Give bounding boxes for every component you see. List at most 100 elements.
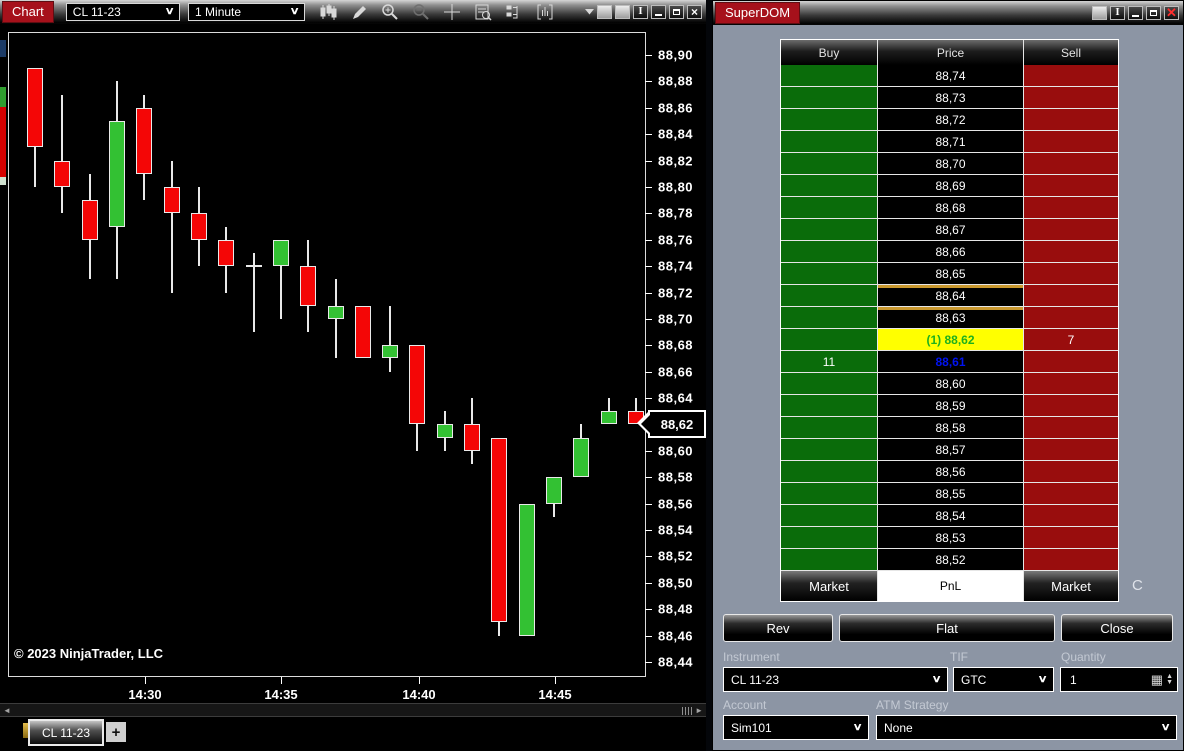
last-traded-price-cell[interactable]: (1) 88,62: [878, 329, 1023, 350]
buy-cell[interactable]: [781, 527, 877, 548]
tif-select[interactable]: GTC ∨: [953, 667, 1054, 692]
price-cell[interactable]: 88,70: [878, 153, 1023, 174]
sell-column-header[interactable]: Sell: [1024, 40, 1118, 65]
price-cell[interactable]: 88,74: [878, 65, 1023, 86]
price-cell[interactable]: 88,56: [878, 461, 1023, 482]
sell-cell[interactable]: [1024, 131, 1118, 152]
buy-cell[interactable]: [781, 461, 877, 482]
sell-cell[interactable]: [1024, 549, 1118, 570]
pin-icon[interactable]: I: [633, 4, 648, 19]
price-cell[interactable]: 88,73: [878, 87, 1023, 108]
buy-column-header[interactable]: Buy: [781, 40, 877, 65]
crosshair-icon[interactable]: [443, 3, 461, 21]
workspace-button[interactable]: [597, 4, 612, 19]
sell-cell[interactable]: [1024, 175, 1118, 196]
quantity-down-icon[interactable]: ▼: [1166, 679, 1173, 686]
sell-cell[interactable]: [1024, 197, 1118, 218]
pin-icon[interactable]: I: [1110, 5, 1125, 20]
workspace-button[interactable]: [615, 4, 630, 19]
buy-cell[interactable]: [781, 505, 877, 526]
restore-icon[interactable]: [1146, 5, 1161, 20]
buy-market-button[interactable]: Market: [781, 571, 877, 601]
scrollbar-grip[interactable]: [682, 707, 692, 715]
sell-cell[interactable]: [1024, 263, 1118, 284]
tab-cl-11-23[interactable]: CL 11-23: [28, 719, 104, 746]
price-cell[interactable]: 88,71: [878, 131, 1023, 152]
quantity-stepper[interactable]: 1 ▦ ▲ ▼: [1060, 667, 1178, 692]
flat-button[interactable]: Flat: [839, 614, 1055, 642]
minimize-icon[interactable]: [1128, 5, 1143, 20]
sell-cell[interactable]: [1024, 483, 1118, 504]
price-cell[interactable]: 88,65: [878, 263, 1023, 284]
buy-cell[interactable]: 11: [781, 351, 877, 372]
scroll-left-icon[interactable]: ◄: [3, 705, 11, 717]
price-cell[interactable]: 88,61: [878, 351, 1023, 372]
price-cell[interactable]: 88,68: [878, 197, 1023, 218]
sell-cell[interactable]: [1024, 307, 1118, 328]
drawing-tools-icon[interactable]: [350, 3, 368, 21]
buy-cell[interactable]: [781, 219, 877, 240]
horizontal-scrollbar[interactable]: ◄ ►: [0, 703, 706, 717]
sell-cell[interactable]: [1024, 241, 1118, 262]
sell-market-button[interactable]: Market: [1024, 571, 1118, 601]
data-box-icon[interactable]: [474, 3, 492, 21]
restore-icon[interactable]: [669, 4, 684, 19]
workspace-button[interactable]: [1092, 5, 1107, 20]
buy-cell[interactable]: [781, 263, 877, 284]
chart-trader-icon[interactable]: [505, 3, 523, 21]
sell-cell[interactable]: [1024, 87, 1118, 108]
buy-cell[interactable]: [781, 417, 877, 438]
sell-cell[interactable]: [1024, 527, 1118, 548]
buy-cell[interactable]: [781, 109, 877, 130]
buy-cell[interactable]: [781, 131, 877, 152]
sell-cell[interactable]: [1024, 461, 1118, 482]
reverse-button[interactable]: Rev: [723, 614, 833, 642]
calculator-icon[interactable]: ▦: [1151, 673, 1163, 686]
buy-cell[interactable]: [781, 241, 877, 262]
buy-cell[interactable]: [781, 197, 877, 218]
sell-cell[interactable]: [1024, 373, 1118, 394]
price-cell[interactable]: 88,64: [878, 285, 1023, 306]
pnl-display[interactable]: PnL: [878, 571, 1023, 601]
price-cell[interactable]: 88,60: [878, 373, 1023, 394]
add-tab-button[interactable]: +: [106, 722, 126, 742]
price-column-header[interactable]: Price: [878, 40, 1023, 65]
minimize-icon[interactable]: [651, 4, 666, 19]
price-cell[interactable]: 88,58: [878, 417, 1023, 438]
price-cell[interactable]: 88,72: [878, 109, 1023, 130]
sell-cell[interactable]: [1024, 505, 1118, 526]
chart-interval-select[interactable]: 1 Minute ∨: [188, 2, 305, 21]
price-cell[interactable]: 88,55: [878, 483, 1023, 504]
buy-cell[interactable]: [781, 65, 877, 86]
buy-cell[interactable]: [781, 329, 877, 350]
buy-cell[interactable]: [781, 285, 877, 306]
price-cell[interactable]: 88,53: [878, 527, 1023, 548]
buy-cell[interactable]: [781, 87, 877, 108]
scroll-right-icon[interactable]: ►: [695, 705, 703, 717]
atm-strategy-select[interactable]: None ∨: [876, 715, 1177, 740]
sell-cell[interactable]: [1024, 109, 1118, 130]
price-cell[interactable]: 88,67: [878, 219, 1023, 240]
indicators-icon[interactable]: [536, 3, 554, 21]
buy-cell[interactable]: [781, 439, 877, 460]
sell-cell[interactable]: [1024, 351, 1118, 372]
sell-cell[interactable]: [1024, 285, 1118, 306]
buy-cell[interactable]: [781, 395, 877, 416]
sell-cell[interactable]: [1024, 395, 1118, 416]
zoom-out-icon[interactable]: [412, 3, 430, 21]
more-dropdown-icon[interactable]: [585, 8, 594, 15]
buy-cell[interactable]: [781, 373, 877, 394]
close-icon[interactable]: ×: [687, 4, 702, 19]
chart-style-icon[interactable]: [319, 3, 337, 21]
close-position-button[interactable]: Close: [1061, 614, 1173, 642]
close-icon[interactable]: ✕: [1164, 5, 1179, 20]
price-cell[interactable]: 88,59: [878, 395, 1023, 416]
instrument-select[interactable]: CL 11-23 ∨: [723, 667, 948, 692]
sell-cell[interactable]: [1024, 153, 1118, 174]
buy-cell[interactable]: [781, 175, 877, 196]
price-cell[interactable]: 88,52: [878, 549, 1023, 570]
buy-cell[interactable]: [781, 483, 877, 504]
buy-cell[interactable]: [781, 307, 877, 328]
buy-cell[interactable]: [781, 153, 877, 174]
sell-cell[interactable]: [1024, 417, 1118, 438]
